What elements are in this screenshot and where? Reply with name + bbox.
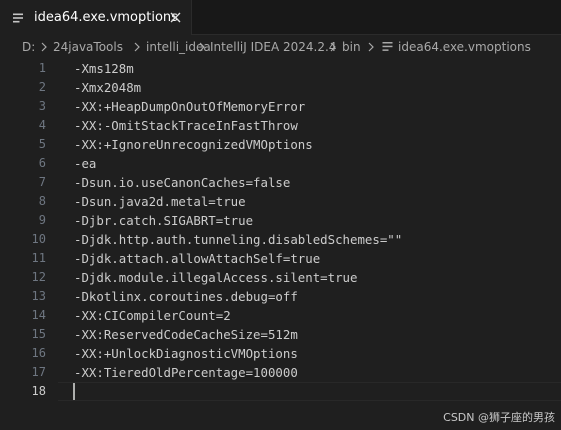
breadcrumb-item-bin[interactable]: bin — [342, 39, 361, 55]
line-number-active: 18 — [31, 384, 46, 398]
line-number: 4 — [38, 118, 46, 132]
code-line[interactable]: -Dsun.io.useCanonCaches=false — [74, 173, 290, 192]
tab-idea64-vmoptions[interactable]: idea64.exe.vmoptions — [0, 0, 192, 35]
chevron-right-icon — [368, 42, 374, 52]
file-lines-icon — [382, 42, 393, 51]
line-number: 8 — [38, 194, 46, 208]
chevron-right-icon — [41, 42, 47, 52]
code-line[interactable]: -XX:+UnlockDiagnosticVMOptions — [74, 344, 298, 363]
close-icon[interactable] — [168, 10, 183, 25]
code-line[interactable]: -Xmx2048m — [74, 78, 141, 97]
line-number: 1 — [38, 61, 46, 75]
breadcrumb-item-intellij-idea-2024[interactable]: IntelliJ IDEA 2024.2.4 — [210, 39, 336, 55]
line-number: 15 — [31, 327, 46, 341]
code-line[interactable]: -XX:+IgnoreUnrecognizedVMOptions — [74, 135, 313, 154]
editor-tab-bar: idea64.exe.vmoptions — [0, 0, 561, 35]
line-number: 2 — [38, 80, 46, 94]
code-line[interactable]: -Djdk.attach.allowAttachSelf=true — [74, 249, 320, 268]
line-number: 13 — [31, 289, 46, 303]
chevron-right-icon — [330, 42, 336, 52]
code-line[interactable]: -XX:+HeapDumpOnOutOfMemoryError — [74, 97, 305, 116]
code-line[interactable]: -Djdk.http.auth.tunneling.disabledScheme… — [74, 230, 402, 249]
code-line[interactable]: -XX:CICompilerCount=2 — [74, 306, 231, 325]
line-number: 7 — [38, 175, 46, 189]
line-number: 3 — [38, 99, 46, 113]
line-number: 6 — [38, 156, 46, 170]
code-line[interactable]: -Djdk.module.illegalAccess.silent=true — [74, 268, 357, 287]
code-line[interactable]: -Dkotlinx.coroutines.debug=off — [74, 287, 298, 306]
text-cursor — [73, 383, 75, 400]
code-line[interactable]: -Djbr.catch.SIGABRT=true — [74, 211, 253, 230]
chevron-right-icon — [134, 42, 140, 52]
breadcrumb-item-24javatools[interactable]: 24javaTools — [53, 39, 123, 55]
watermark: CSDN @狮子座的男孩 — [443, 411, 555, 424]
breadcrumb-item-file[interactable]: idea64.exe.vmoptions — [398, 39, 531, 55]
code-line[interactable]: -XX:TieredOldPercentage=100000 — [74, 363, 298, 382]
line-number: 10 — [31, 232, 46, 246]
line-number: 16 — [31, 346, 46, 360]
code-line[interactable]: -Xms128m — [74, 59, 134, 78]
line-number: 12 — [31, 270, 46, 284]
line-number: 5 — [38, 137, 46, 151]
line-number: 17 — [31, 365, 46, 379]
tab-label: idea64.exe.vmoptions — [34, 10, 178, 25]
line-number: 14 — [31, 308, 46, 322]
code-line[interactable]: -XX:ReservedCodeCacheSize=512m — [74, 325, 298, 344]
file-lines-icon — [13, 13, 23, 23]
line-number: 11 — [31, 251, 46, 265]
code-editor[interactable]: 1 -Xms128m 2 -Xmx2048m 3 -XX:+HeapDumpOn… — [0, 58, 561, 408]
code-line[interactable]: -XX:-OmitStackTraceInFastThrow — [74, 116, 298, 135]
breadcrumb: D: 24javaTools intelli_idea IntelliJ IDE… — [0, 36, 561, 58]
current-line-highlight — [58, 382, 561, 401]
chevron-right-icon — [199, 42, 205, 52]
line-number: 9 — [38, 213, 46, 227]
breadcrumb-item-drive[interactable]: D: — [22, 39, 35, 55]
code-line[interactable]: -Dsun.java2d.metal=true — [74, 192, 246, 211]
code-line[interactable]: -ea — [74, 154, 96, 173]
